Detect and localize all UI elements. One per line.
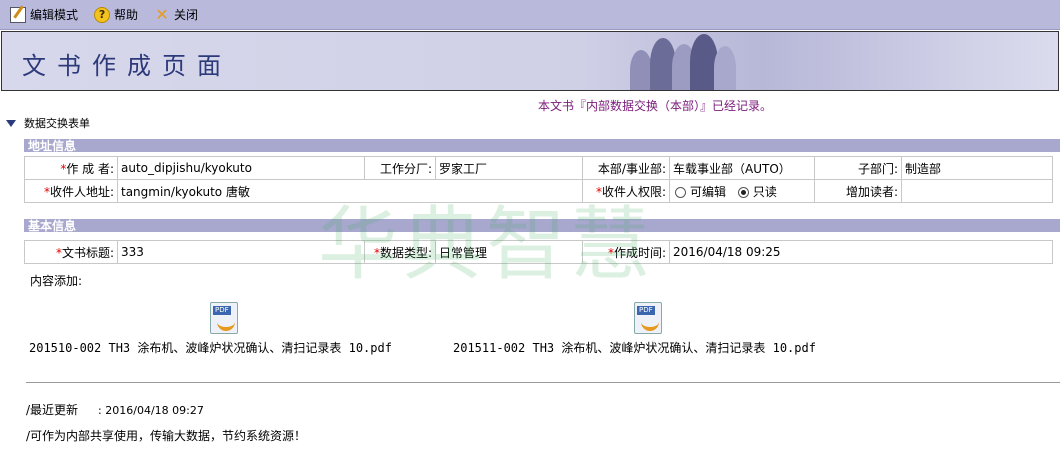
divider [26,382,1060,383]
save-status-suffix: 已经记录。 [712,99,773,113]
factory-value: 罗家工厂 [435,156,583,180]
perm-label: 收件人权限: [601,184,666,199]
address-section-title: 地址信息 [28,139,77,153]
subdept-value: 制造部 [901,156,1053,180]
perm-readonly-radio[interactable] [737,186,749,198]
edit-icon [10,6,26,23]
perm-editable-radio[interactable] [675,186,686,198]
perm-radio-group: 可编辑 只读 [669,179,815,203]
doc-title-label-cell: *文书标题: [24,240,118,264]
recipient-label-cell: *收件人地址: [24,179,118,203]
form-list-toggle[interactable]: 数据交换表单 [6,115,90,131]
recipient-label: 收件人地址: [49,184,114,199]
toolbar: 编辑模式 ? 帮助 ✕ 关闭 [0,0,1060,30]
attachment-1-icon-wrap[interactable]: PDF [210,302,238,334]
page-banner: 文书作成页面 [1,31,1059,91]
division-value: 车载事业部（AUTO） [669,156,815,180]
author-label: 作 成 者: [66,161,114,176]
pdf-badge: PDF [213,306,231,315]
data-type-label: 数据类型: [379,245,432,260]
content-add-label: 内容添加: [30,274,83,288]
help-icon: ? [94,6,111,23]
shared-note: /可作为内部共享使用，传输大数据，节约系统资源！ [26,429,307,443]
add-reader-value[interactable] [901,179,1053,203]
perm-editable-label: 可编辑 [690,184,727,199]
last-updated-value: : 2016/04/18 09:27 [98,404,204,417]
subdept-label: 子部门: [814,156,902,180]
address-section-header: 地址信息 [24,139,1060,153]
data-type-label-cell: *数据类型: [364,240,436,264]
add-reader-label: 增加读者: [814,179,902,203]
attachment-1-link[interactable]: 201510-002 TH3 涂布机、波峰炉状况确认、清扫记录表 10.pdf [29,339,392,356]
created-value: 2016/04/18 09:25 [669,240,1053,264]
close-icon: ✕ [155,4,169,24]
pdf-file-icon: PDF [634,302,662,334]
help-label: 帮助 [114,8,139,22]
last-updated-label: /最近更新 [26,403,79,417]
triangle-down-icon [6,119,16,127]
save-status-message: 本文书『内部数据交换（本部）』已经记录。 [538,97,772,114]
perm-label-cell: *收件人权限: [582,179,670,203]
edit-mode-button[interactable]: 编辑模式 [0,4,84,26]
close-label: 关闭 [174,8,199,22]
created-label: 作成时间: [613,245,666,260]
address-table: *作 成 者: auto_dipjishu/kyokuto 工作分厂: 罗家工厂… [24,156,1053,203]
data-type-value: 日常管理 [435,240,583,264]
division-label: 本部/事业部: [582,156,670,180]
edit-mode-label: 编辑模式 [30,8,79,22]
pdf-file-icon: PDF [210,302,238,334]
page-title: 文书作成页面 [22,52,232,80]
perm-readonly-label: 只读 [752,184,777,199]
attachment-2-link[interactable]: 201511-002 TH3 涂布机、波峰炉状况确认、清扫记录表 10.pdf [453,339,816,356]
author-label-cell: *作 成 者: [24,156,118,180]
close-button[interactable]: ✕ 关闭 [144,4,204,26]
attachment-2-icon-wrap[interactable]: PDF [634,302,662,334]
pdf-badge: PDF [637,306,655,315]
factory-label: 工作分厂: [364,156,436,180]
author-value: auto_dipjishu/kyokuto [117,156,365,180]
last-updated: /最近更新 : 2016/04/18 09:27 [26,401,204,418]
recipient-value: tangmin/kyokuto 唐敏 [117,179,583,203]
banner-people-image [622,32,762,90]
basic-section-header: 基本信息 [24,219,1060,233]
help-button[interactable]: ? 帮助 [84,4,144,26]
basic-table: *文书标题: 333 *数据类型: 日常管理 *作成时间: 2016/04/18… [24,240,1053,264]
doc-title-value: 333 [117,240,365,264]
form-list-label: 数据交换表单 [24,117,90,130]
save-status-prefix: 本文书『内部数据交换（本部）』 [538,99,713,113]
doc-title-label: 文书标题: [61,245,114,260]
basic-section-title: 基本信息 [28,219,77,233]
created-label-cell: *作成时间: [582,240,670,264]
